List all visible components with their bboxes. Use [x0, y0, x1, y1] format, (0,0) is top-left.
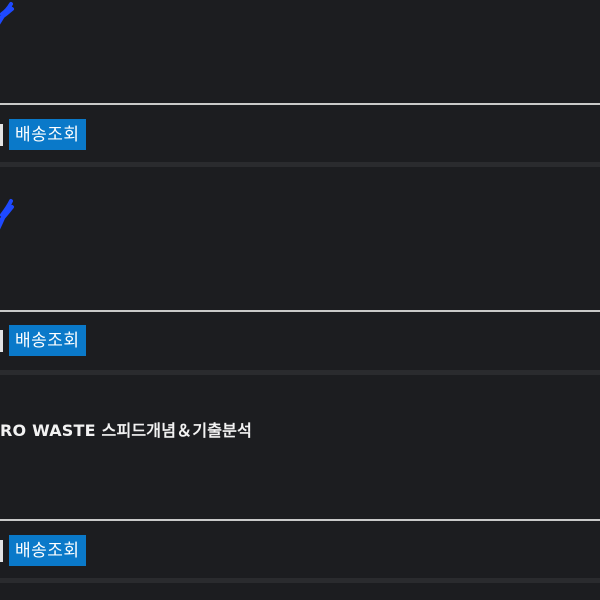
row-marker	[0, 330, 3, 352]
order-list-page: 배송조회 배송조회 RO WASTE 스피드개념＆기출분석 배송조회	[0, 0, 600, 600]
row-marker	[0, 124, 3, 146]
order-card-3: RO WASTE 스피드개념＆기출분석 배송조회	[0, 375, 600, 580]
order-card-2-product-area	[0, 167, 600, 312]
order-card-1-product-area	[0, 0, 600, 105]
track-delivery-button[interactable]: 배송조회	[9, 535, 86, 566]
track-delivery-button[interactable]: 배송조회	[9, 325, 86, 356]
track-delivery-button[interactable]: 배송조회	[9, 119, 86, 150]
order-card-2-actions: 배송조회	[0, 312, 600, 370]
order-card-4-partial	[0, 583, 600, 600]
image-mark-icon	[0, 2, 14, 25]
row-marker	[0, 540, 3, 562]
order-card-3-product-area: RO WASTE 스피드개념＆기출분석	[0, 375, 600, 521]
order-card-2: 배송조회	[0, 167, 600, 370]
product-title[interactable]: RO WASTE 스피드개념＆기출분석	[0, 417, 252, 441]
order-card-1-actions: 배송조회	[0, 105, 600, 162]
order-card-1: 배송조회	[0, 0, 600, 162]
image-mark-icon	[0, 199, 14, 230]
order-card-3-actions: 배송조회	[0, 521, 600, 580]
